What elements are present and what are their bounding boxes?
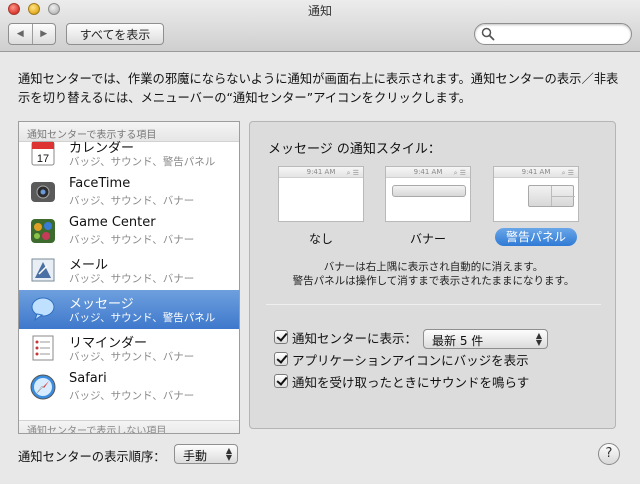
style-option-alert[interactable]: 9:41 AM ⌕ ☰ 警告パネル [493, 166, 579, 246]
preview-time: 9:41 AM [521, 168, 551, 176]
notification-style-panel: メッセージ の通知スタイル： 9:41 AM ⌕ ☰ なし 9:41 AM ⌕ … [249, 121, 616, 429]
back-forward-control: ◀ ▶ [8, 23, 56, 45]
show-count-popup[interactable]: 最新 5 件 ▲ ▼ [423, 329, 548, 349]
sort-order-value: 手動 [183, 449, 208, 463]
badge-row: アプリケーションアイコンにバッジを表示 [274, 350, 529, 368]
sort-order-label: 通知センターの表示順序： [18, 450, 166, 464]
show-all-button[interactable]: すべてを表示 [66, 23, 164, 45]
style-description: バナーは右上隅に表示され自動的に消えます。 警告パネルは操作して消すまで表示され… [260, 260, 607, 288]
description-text: 通知センターでは、作業の邪魔にならないように通知が画面右上に表示されます。通知セ… [18, 72, 619, 105]
show-count-value: 最新 5 件 [432, 334, 484, 348]
list-item-detail: バッジ、サウンド、警告パネル [69, 312, 216, 324]
sound-row: 通知を受け取ったときにサウンドを鳴らす [274, 372, 529, 390]
badge-label: アプリケーションアイコンにバッジを表示 [292, 352, 529, 368]
list-section-header-hidden: 通知センターで表示しない項目 [19, 420, 239, 433]
style-option-none[interactable]: 9:41 AM ⌕ ☰ なし [278, 166, 364, 247]
window-toolbar: 通知 ◀ ▶ すべてを表示 [0, 0, 640, 52]
list-item-name: Game Center [69, 215, 156, 230]
reminders-icon [32, 335, 54, 361]
preview-menubar: 9:41 AM ⌕ ☰ [494, 167, 578, 178]
window-title: 通知 [307, 4, 332, 18]
preview-banner-shape [392, 185, 466, 197]
preview-menubar-icons: ⌕ ☰ [346, 169, 359, 177]
panel-divider [266, 304, 601, 305]
mail-icon [31, 258, 55, 282]
show-in-nc-label: 通知センターに表示： [292, 330, 418, 346]
preview-menubar-icons: ⌕ ☰ [453, 169, 466, 177]
list-item-detail: バッジ、サウンド、警告パネル [69, 156, 216, 168]
style-label-banner[interactable]: バナー [385, 230, 471, 247]
list-item-name: FaceTime [69, 176, 131, 191]
list-item-detail: バッジ、サウンド、バナー [69, 234, 195, 246]
preview-menubar: 9:41 AM ⌕ ☰ [279, 167, 363, 178]
help-button[interactable]: ? [598, 443, 620, 465]
preview-time: 9:41 AM [413, 168, 443, 176]
safari-icon [30, 374, 56, 400]
list-item-safari[interactable]: Safari バッジ、サウンド、バナー [19, 368, 239, 407]
list-item-messages[interactable]: メッセージ バッジ、サウンド、警告パネル [19, 290, 239, 329]
style-option-banner[interactable]: 9:41 AM ⌕ ☰ バナー [385, 166, 471, 247]
style-label-none[interactable]: なし [278, 230, 364, 247]
popup-arrows-icon: ▲ ▼ [535, 331, 542, 347]
app-list[interactable]: 通知センターで表示する項目 17 カレンダー バッジ、サウンド、警告パネル Fa… [18, 121, 240, 434]
preview-menubar-icons: ⌕ ☰ [561, 169, 574, 177]
style-preview-alert[interactable]: 9:41 AM ⌕ ☰ [493, 166, 579, 222]
sound-checkbox[interactable] [274, 374, 288, 388]
calendar-icon: 17 [31, 141, 55, 166]
calendar-icon-date: 17 [37, 153, 49, 165]
style-description-line1: バナーは右上隅に表示され自動的に消えます。 [323, 261, 544, 273]
list-item-reminders[interactable]: リマインダー バッジ、サウンド、バナー [19, 329, 239, 368]
game-center-icon [31, 219, 55, 243]
facetime-icon [31, 182, 55, 202]
forward-button[interactable]: ▶ [33, 24, 56, 44]
preview-alert-shape [528, 185, 575, 207]
sort-order-popup[interactable]: 手動 ▲ ▼ [174, 444, 238, 464]
style-preview-banner[interactable]: 9:41 AM ⌕ ☰ [385, 166, 471, 222]
back-button[interactable]: ◀ [9, 24, 33, 44]
messages-icon [31, 297, 55, 322]
list-item-calendar[interactable]: 17 カレンダー バッジ、サウンド、警告パネル [19, 134, 239, 173]
panel-title: メッセージ の通知スタイル： [268, 142, 441, 157]
search-field[interactable] [474, 23, 632, 45]
sound-label: 通知を受け取ったときにサウンドを鳴らす [292, 374, 530, 390]
list-item-detail: バッジ、サウンド、バナー [69, 195, 195, 207]
preview-time: 9:41 AM [306, 168, 336, 176]
list-item-detail: バッジ、サウンド、バナー [69, 273, 195, 285]
popup-arrows-icon: ▲ ▼ [225, 446, 232, 462]
list-item-name: Safari [69, 371, 107, 386]
list-item-game-center[interactable]: Game Center バッジ、サウンド、バナー [19, 212, 239, 251]
list-item-facetime[interactable]: FaceTime バッジ、サウンド、バナー [19, 173, 239, 212]
style-description-line2: 警告パネルは操作して消すまで表示されたままになります。 [292, 275, 575, 287]
preview-menubar: 9:41 AM ⌕ ☰ [386, 167, 470, 178]
list-item-detail: バッジ、サウンド、バナー [69, 351, 195, 363]
badge-checkbox[interactable] [274, 352, 288, 366]
style-preview-none[interactable]: 9:41 AM ⌕ ☰ [278, 166, 364, 222]
show-in-nc-row: 通知センターに表示： [274, 328, 417, 346]
style-label-alert[interactable]: 警告パネル [495, 228, 577, 246]
list-item-detail: バッジ、サウンド、バナー [69, 390, 195, 402]
search-icon [481, 27, 495, 41]
show-in-nc-checkbox[interactable] [274, 330, 288, 344]
list-item-mail[interactable]: メール バッジ、サウンド、バナー [19, 251, 239, 290]
